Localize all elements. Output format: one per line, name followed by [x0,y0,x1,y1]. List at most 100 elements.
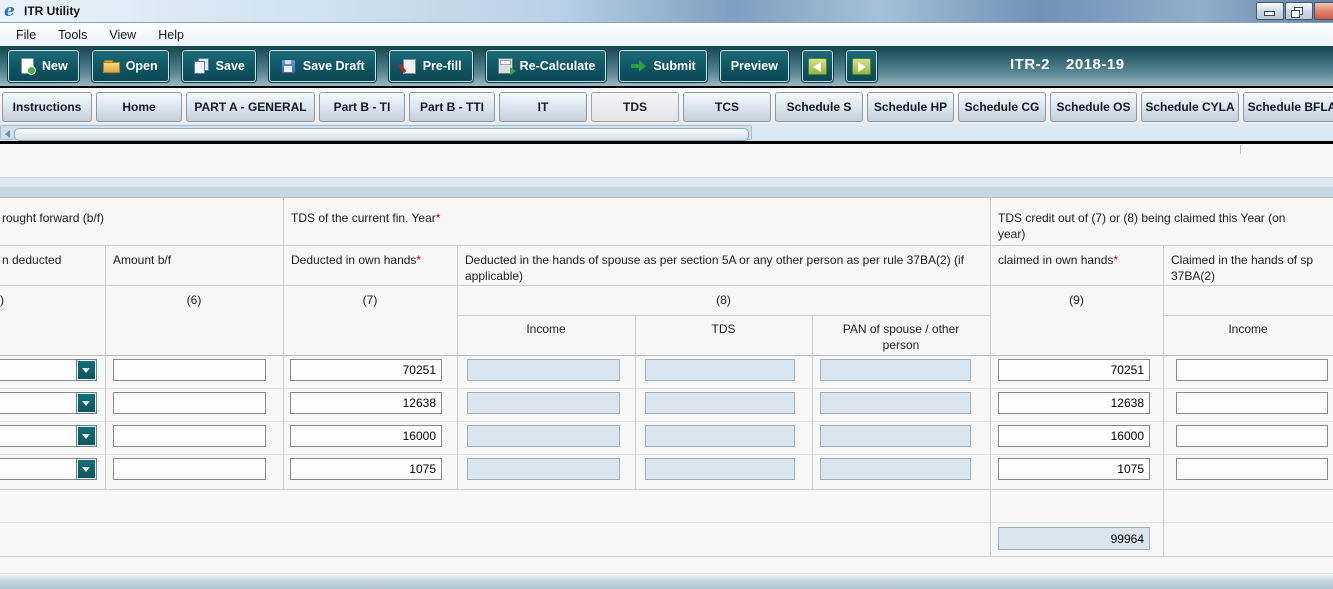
col-deducted-spouse: Deducted in the hands of spouse as per s… [465,252,981,284]
tab-it[interactable]: IT [499,92,587,122]
nav-forward-button[interactable] [846,50,877,82]
tab-part-a-general[interactable]: PART A - GENERAL [186,92,315,122]
restore-button[interactable] [1285,2,1313,20]
close-button[interactable] [1314,2,1333,20]
header-tds-credit-line2: year) [998,226,1025,242]
table-row [0,388,1333,421]
prefill-button[interactable]: Pre-fill [389,50,473,82]
chevron-down-icon [82,368,90,373]
toolbar: New Open Save Save Draft Pre-fill Re-Cal… [0,46,1333,88]
amount-bf-input[interactable] [113,359,266,381]
open-button-label: Open [126,59,158,73]
tds-spouse-field [645,359,795,381]
col-amount-bf: Amount b/f [113,252,171,268]
preview-button[interactable]: Preview [720,50,789,82]
tab-part-b-tti[interactable]: Part B - TTI [409,92,495,122]
chevron-down-icon [82,467,90,472]
submit-arrow-icon [630,58,647,74]
menu-file[interactable]: File [8,26,50,44]
nav-back-button[interactable] [802,50,833,82]
deducted-own-hands-input[interactable] [290,359,442,381]
tab-instructions[interactable]: Instructions [2,92,92,122]
tab-schedule-cg[interactable]: Schedule CG [958,92,1046,122]
subcol-pan: PAN of spouse / other person [826,321,976,353]
open-button[interactable]: Open [92,50,169,82]
menu-tools[interactable]: Tools [50,26,101,44]
form-name: ITR-2 [1010,56,1050,73]
total-claimed-field [998,527,1150,550]
tab-schedule-hp[interactable]: Schedule HP [867,92,954,122]
minimize-button[interactable] [1256,2,1284,20]
subcol-income: Income [457,321,635,337]
dropdown-button[interactable] [76,359,97,381]
subcol-income-claimed: Income [1163,321,1333,337]
tab-home[interactable]: Home [96,92,182,122]
amount-bf-input[interactable] [113,392,266,414]
bottom-strip [0,557,1333,574]
claimed-own-hands-input[interactable] [998,458,1150,480]
menu-help[interactable]: Help [150,26,198,44]
scrollbar-strip [0,124,1333,144]
submit-button[interactable]: Submit [619,50,706,82]
header-tds-credit-line1: TDS credit out of (7) or (8) being claim… [998,210,1285,226]
income-claimed-spouse-input[interactable] [1176,392,1328,414]
col-deducted-own-hands: Deducted in own hands* [291,252,421,268]
col-number-5: ) [0,292,4,308]
dropdown-button[interactable] [76,458,97,480]
save-button-label: Save [216,59,245,73]
tab-schedule-os[interactable]: Schedule OS [1050,92,1137,122]
income-spouse-field [467,425,620,447]
col-number-9: (9) [990,292,1163,308]
claimed-own-hands-input[interactable] [998,425,1150,447]
grid-line [0,245,1333,246]
recalculate-button[interactable]: Re-Calculate [486,50,607,82]
tds-spouse-field [645,458,795,480]
col-claimed-own-hands: claimed in own hands* [998,252,1118,268]
grid-line [0,285,1333,286]
chevron-down-icon [82,434,90,439]
prefill-icon [400,58,417,74]
bottom-band [0,574,1333,589]
back-arrow-icon [808,58,827,75]
tab-part-b-ti[interactable]: Part B - TI [319,92,405,122]
tab-tcs[interactable]: TCS [683,92,771,122]
tab-schedule-s[interactable]: Schedule S [775,92,863,122]
income-spouse-field [467,458,620,480]
col-claimed-spouse-line1: Claimed in the hands of sp [1171,252,1313,268]
save-button[interactable]: Save [182,50,256,82]
scroll-left-arrow-icon[interactable] [5,130,10,138]
prefill-button-label: Pre-fill [423,59,462,73]
new-button[interactable]: New [8,50,79,82]
restore-icon [1294,7,1303,15]
income-claimed-spouse-input[interactable] [1176,359,1328,381]
claimed-own-hands-input[interactable] [998,392,1150,414]
dropdown-button[interactable] [76,425,97,447]
claimed-own-hands-input[interactable] [998,359,1150,381]
grid-line [457,315,990,316]
income-spouse-field [467,392,620,414]
deducted-own-hands-input[interactable] [290,392,442,414]
tab-tds[interactable]: TDS [591,92,679,122]
income-claimed-spouse-input[interactable] [1176,458,1328,480]
preview-button-label: Preview [731,59,778,73]
dropdown-button[interactable] [76,392,97,414]
new-file-icon [19,58,36,74]
deducted-own-hands-input[interactable] [290,425,442,447]
amount-bf-input[interactable] [113,458,266,480]
income-claimed-spouse-input[interactable] [1176,425,1328,447]
tab-schedule-bfla[interactable]: Schedule BFLA [1243,92,1333,122]
menu-view[interactable]: View [101,26,150,44]
tab-schedule-cyla[interactable]: Schedule CYLA [1141,92,1239,122]
menu-bar: File Tools View Help [0,23,1333,46]
tab-bar: Instructions Home PART A - GENERAL Part … [0,90,1333,124]
assessment-year: 2018-19 [1066,56,1125,73]
save-draft-button[interactable]: Save Draft [269,50,376,82]
itr-utility-window: e ITR Utility File Tools View Help New O… [0,0,1333,589]
horizontal-scrollbar[interactable] [0,125,752,140]
deducted-own-hands-input[interactable] [290,458,442,480]
grid-line [1163,315,1333,316]
open-folder-icon [103,58,120,74]
amount-bf-input[interactable] [113,425,266,447]
scrollbar-thumb[interactable] [14,128,749,141]
col-number-6: (6) [105,292,283,308]
